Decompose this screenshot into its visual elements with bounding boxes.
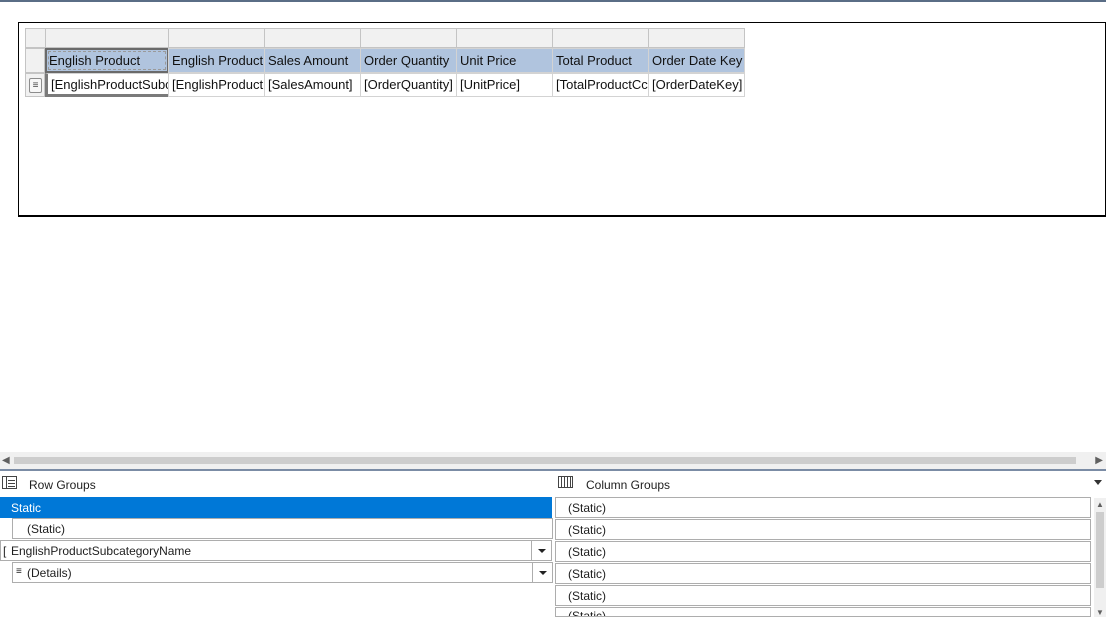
row-group-label: (Static) [27, 522, 66, 536]
row-handle[interactable]: ≡ [25, 73, 45, 97]
column-group-item[interactable]: (Static) [555, 607, 1091, 617]
column-handle[interactable] [264, 28, 361, 48]
detail-cell[interactable]: [EnglishProductSubc [45, 73, 169, 97]
report-design-surface[interactable]: English Product English Product Sales Am… [18, 22, 1106, 217]
column-group-item[interactable]: (Static) [555, 519, 1091, 540]
column-handle[interactable] [45, 28, 169, 48]
detail-cell[interactable]: [UnitPrice] [456, 73, 553, 97]
row-group-label: EnglishProductSubcategoryName [11, 544, 192, 558]
column-handle[interactable] [648, 28, 745, 48]
bracket-icon: [ [3, 544, 7, 558]
grouping-pane: Row Groups Column Groups Static (Static)… [0, 471, 1106, 617]
vertical-scrollbar[interactable]: ▲ ▼ [1094, 498, 1106, 617]
row-groups-title: Row Groups [29, 478, 96, 492]
header-cell[interactable]: Total Product [552, 48, 649, 73]
chevron-down-icon[interactable] [532, 563, 552, 582]
column-group-item[interactable]: (Static) [555, 541, 1091, 562]
column-handle[interactable] [456, 28, 553, 48]
detail-cell[interactable]: [TotalProductCc [552, 73, 649, 97]
column-groups-header: Column Groups [554, 471, 1106, 496]
column-group-item[interactable]: (Static) [555, 497, 1091, 518]
header-cell[interactable]: Order Quantity [360, 48, 457, 73]
scroll-thumb[interactable] [1096, 512, 1104, 588]
chevron-down-icon[interactable] [531, 541, 551, 560]
row-group-static[interactable]: Static [0, 497, 552, 518]
row-groups-header: Row Groups [0, 471, 552, 496]
horizontal-scrollbar[interactable]: ◀ ▶ [0, 452, 1106, 469]
details-lines-icon: ≡ [16, 566, 22, 577]
column-groups-icon [558, 476, 573, 488]
row-group-details[interactable]: ≡ (Details) [12, 562, 553, 583]
row-group-static-child[interactable]: (Static) [12, 518, 553, 539]
column-group-item[interactable]: (Static) [555, 585, 1091, 606]
details-lines-icon: ≡ [29, 78, 42, 93]
detail-cell[interactable]: [OrderQuantity] [360, 73, 457, 97]
column-handle[interactable] [552, 28, 649, 48]
scroll-thumb[interactable] [14, 457, 1076, 464]
scroll-right-icon[interactable]: ▶ [1095, 455, 1103, 466]
detail-cell[interactable]: [SalesAmount] [264, 73, 361, 97]
top-rule [0, 0, 1106, 2]
detail-cell[interactable]: [OrderDateKey] [648, 73, 745, 97]
column-group-item[interactable]: (Static) [555, 563, 1091, 584]
column-handle[interactable] [168, 28, 265, 48]
header-cell[interactable]: English Product [168, 48, 265, 73]
scroll-left-icon[interactable]: ◀ [2, 455, 10, 466]
header-cell[interactable]: Sales Amount [264, 48, 361, 73]
column-handle[interactable] [360, 28, 457, 48]
row-handle[interactable] [25, 48, 45, 73]
chevron-down-icon[interactable] [1094, 480, 1102, 485]
scroll-up-icon[interactable]: ▲ [1096, 500, 1104, 509]
column-groups-title: Column Groups [586, 478, 671, 492]
header-cell[interactable]: English Product [45, 48, 169, 73]
detail-cell[interactable]: [EnglishProduct [168, 73, 265, 97]
corner-handle[interactable] [25, 28, 46, 48]
row-groups-icon [2, 476, 17, 489]
row-group-label: (Details) [27, 566, 72, 580]
scroll-down-icon[interactable]: ▼ [1096, 608, 1104, 617]
header-cell[interactable]: Unit Price [456, 48, 553, 73]
row-group-subcategory[interactable]: [ EnglishProductSubcategoryName [0, 540, 552, 561]
header-cell[interactable]: Order Date Key [648, 48, 745, 73]
row-group-label: Static [11, 501, 42, 515]
